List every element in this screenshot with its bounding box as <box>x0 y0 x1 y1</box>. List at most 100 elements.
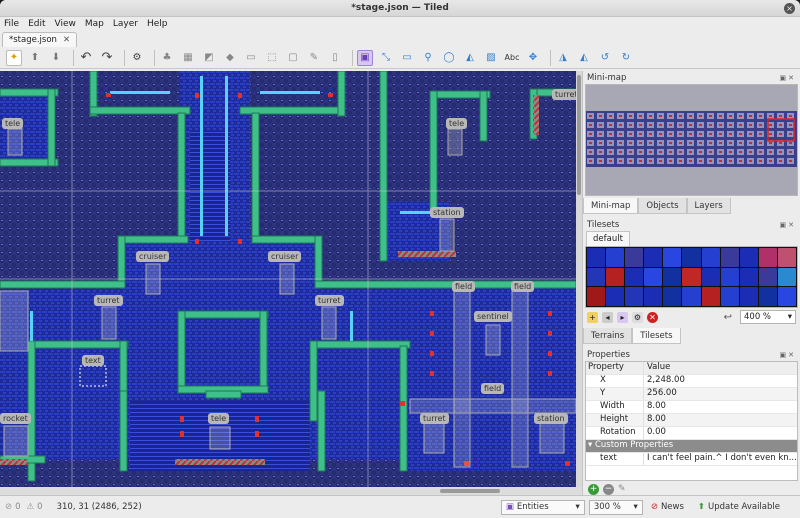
tab-terrains[interactable]: Terrains <box>583 328 633 344</box>
add-property-icon[interactable]: + <box>588 483 599 495</box>
flip-vertical-icon[interactable]: ◭ <box>576 50 592 66</box>
rename-property-icon[interactable]: ✎ <box>618 484 626 494</box>
news-link[interactable]: News <box>661 502 684 512</box>
property-value[interactable]: 0.00 <box>644 427 797 439</box>
property-value[interactable]: I can't feel pain.^ I don't even kn... <box>644 453 797 465</box>
menu-view[interactable]: View <box>55 19 76 29</box>
edit-polygons-icon[interactable]: ⤡ <box>378 50 394 66</box>
object-label-turret[interactable]: turret <box>552 89 576 100</box>
panel-float-close-icon[interactable]: ▣✕ <box>780 221 796 229</box>
rotate-left-icon[interactable]: ↺ <box>597 50 613 66</box>
scrollbar-thumb[interactable] <box>440 489 500 493</box>
object-label-tele[interactable]: tele <box>2 118 24 129</box>
menu-layer[interactable]: Layer <box>113 19 138 29</box>
news-icon[interactable]: ⊘ <box>651 502 658 512</box>
document-tab[interactable]: *stage.json ✕ <box>2 32 78 47</box>
save-file-icon[interactable]: ⬇ <box>48 50 64 66</box>
tileset-properties-icon[interactable]: ⚙ <box>632 311 643 323</box>
tab-minimap[interactable]: Mini-map <box>583 198 639 214</box>
undo-icon[interactable]: ↶ <box>78 50 94 66</box>
property-row-text[interactable]: text I can't feel pain.^ I don't even kn… <box>586 453 797 466</box>
new-file-icon[interactable]: ✦ <box>6 49 22 66</box>
bucket-fill-icon[interactable]: ◩ <box>201 50 217 66</box>
tileset-grid[interactable] <box>585 246 798 308</box>
remove-property-icon[interactable]: − <box>603 483 614 495</box>
insert-text-icon[interactable]: Abc <box>504 50 520 66</box>
object-label-tele[interactable]: tele <box>446 118 468 129</box>
update-available-link[interactable]: Update Available <box>708 502 780 512</box>
object-label-rocket[interactable]: rocket <box>0 413 31 424</box>
insert-ellipse-icon[interactable]: ◯ <box>441 50 457 66</box>
open-file-icon[interactable]: ⬆ <box>27 50 43 66</box>
object-label-station[interactable]: station <box>430 207 464 218</box>
property-row-y[interactable]: Y 256.00 <box>586 388 797 401</box>
select-same-tile-icon[interactable]: ✎ <box>306 50 322 66</box>
rotate-right-icon[interactable]: ↻ <box>618 50 634 66</box>
insert-rectangle-icon[interactable]: ▭ <box>399 50 415 66</box>
object-label-sentinel[interactable]: sentinel <box>474 311 512 322</box>
error-icon[interactable]: ⊘ <box>5 502 12 512</box>
scrollbar-thumb[interactable] <box>577 75 581 195</box>
canvas-horizontal-scrollbar[interactable] <box>0 487 582 495</box>
panel-float-close-icon[interactable]: ▣✕ <box>780 351 796 359</box>
object-label-field[interactable]: field <box>452 281 476 292</box>
menu-edit[interactable]: Edit <box>28 19 45 29</box>
menu-map[interactable]: Map <box>85 19 104 29</box>
property-row-width[interactable]: Width 8.00 <box>586 401 797 414</box>
object-label-station[interactable]: station <box>534 413 568 424</box>
menu-file[interactable]: File <box>4 19 19 29</box>
close-window-icon[interactable]: × <box>784 3 795 14</box>
remove-tileset-icon[interactable]: ✕ <box>647 311 658 323</box>
move-icon[interactable]: ✥ <box>525 50 541 66</box>
new-tileset-icon[interactable]: + <box>587 311 598 323</box>
import-tileset-icon[interactable]: ◂ <box>602 311 613 323</box>
insert-point-icon[interactable]: ⚲ <box>420 50 436 66</box>
property-row-x[interactable]: X 2,248.00 <box>586 375 797 388</box>
minimap-view[interactable] <box>585 84 798 196</box>
eraser-icon[interactable]: ▭ <box>243 50 259 66</box>
tab-layers[interactable]: Layers <box>686 198 731 214</box>
stamp-brush-icon[interactable]: ♣ <box>159 50 175 66</box>
shape-fill-icon[interactable]: ◆ <box>222 50 238 66</box>
property-value[interactable]: 8.00 <box>644 414 797 426</box>
select-objects-tool-icon[interactable]: ▣ <box>357 49 373 66</box>
map-canvas[interactable]: tele tele turret station cruiser cruiser… <box>0 71 576 487</box>
object-label-turret[interactable]: turret <box>420 413 449 424</box>
tab-tilesets[interactable]: Tilesets <box>632 328 681 344</box>
tab-objects[interactable]: Objects <box>638 198 687 214</box>
flip-horizontal-icon[interactable]: ◮ <box>555 50 571 66</box>
object-label-text[interactable]: text <box>82 355 104 366</box>
update-icon[interactable]: ⬆ <box>698 502 705 512</box>
object-label-field[interactable]: field <box>481 383 505 394</box>
panel-float-close-icon[interactable]: ▣✕ <box>780 74 796 82</box>
tileset-zoom-select[interactable]: 400 % ▾ <box>740 310 796 324</box>
custom-properties-group[interactable]: ▾ Custom Properties <box>586 440 797 453</box>
object-label-tele[interactable]: tele <box>208 413 230 424</box>
redo-icon[interactable]: ↷ <box>99 50 115 66</box>
object-label-cruiser[interactable]: cruiser <box>136 251 170 262</box>
warning-icon[interactable]: ⚠ <box>27 502 35 512</box>
swap-icon[interactable]: ↩ <box>724 312 732 323</box>
magic-wand-icon[interactable]: ▢ <box>285 50 301 66</box>
layer-select[interactable]: ▣ Entities ▾ <box>500 499 585 515</box>
object-label-turret[interactable]: turret <box>94 295 123 306</box>
rectangle-select-icon[interactable]: ⬚ <box>264 50 280 66</box>
property-value[interactable]: 2,248.00 <box>644 375 797 387</box>
zoom-select[interactable]: 300 % ▾ <box>588 499 643 515</box>
property-value[interactable]: 256.00 <box>644 388 797 400</box>
property-row-height[interactable]: Height 8.00 <box>586 414 797 427</box>
property-row-rotation[interactable]: Rotation 0.00 <box>586 427 797 440</box>
close-tab-icon[interactable]: ✕ <box>63 35 70 45</box>
insert-tile-icon[interactable]: ▨ <box>483 50 499 66</box>
export-tileset-icon[interactable]: ▸ <box>617 311 628 323</box>
select-objects-icon[interactable]: ▯ <box>327 50 343 66</box>
tileset-tab-default[interactable]: default <box>586 231 630 246</box>
terrain-brush-icon[interactable]: ▦ <box>180 50 196 66</box>
command-icon[interactable]: ⚙ <box>129 50 145 66</box>
menu-help[interactable]: Help <box>147 19 168 29</box>
object-label-cruiser[interactable]: cruiser <box>268 251 302 262</box>
property-value[interactable]: 8.00 <box>644 401 797 413</box>
insert-polygon-icon[interactable]: ◭ <box>462 50 478 66</box>
object-label-field[interactable]: field <box>511 281 535 292</box>
object-label-turret[interactable]: turret <box>315 295 344 306</box>
